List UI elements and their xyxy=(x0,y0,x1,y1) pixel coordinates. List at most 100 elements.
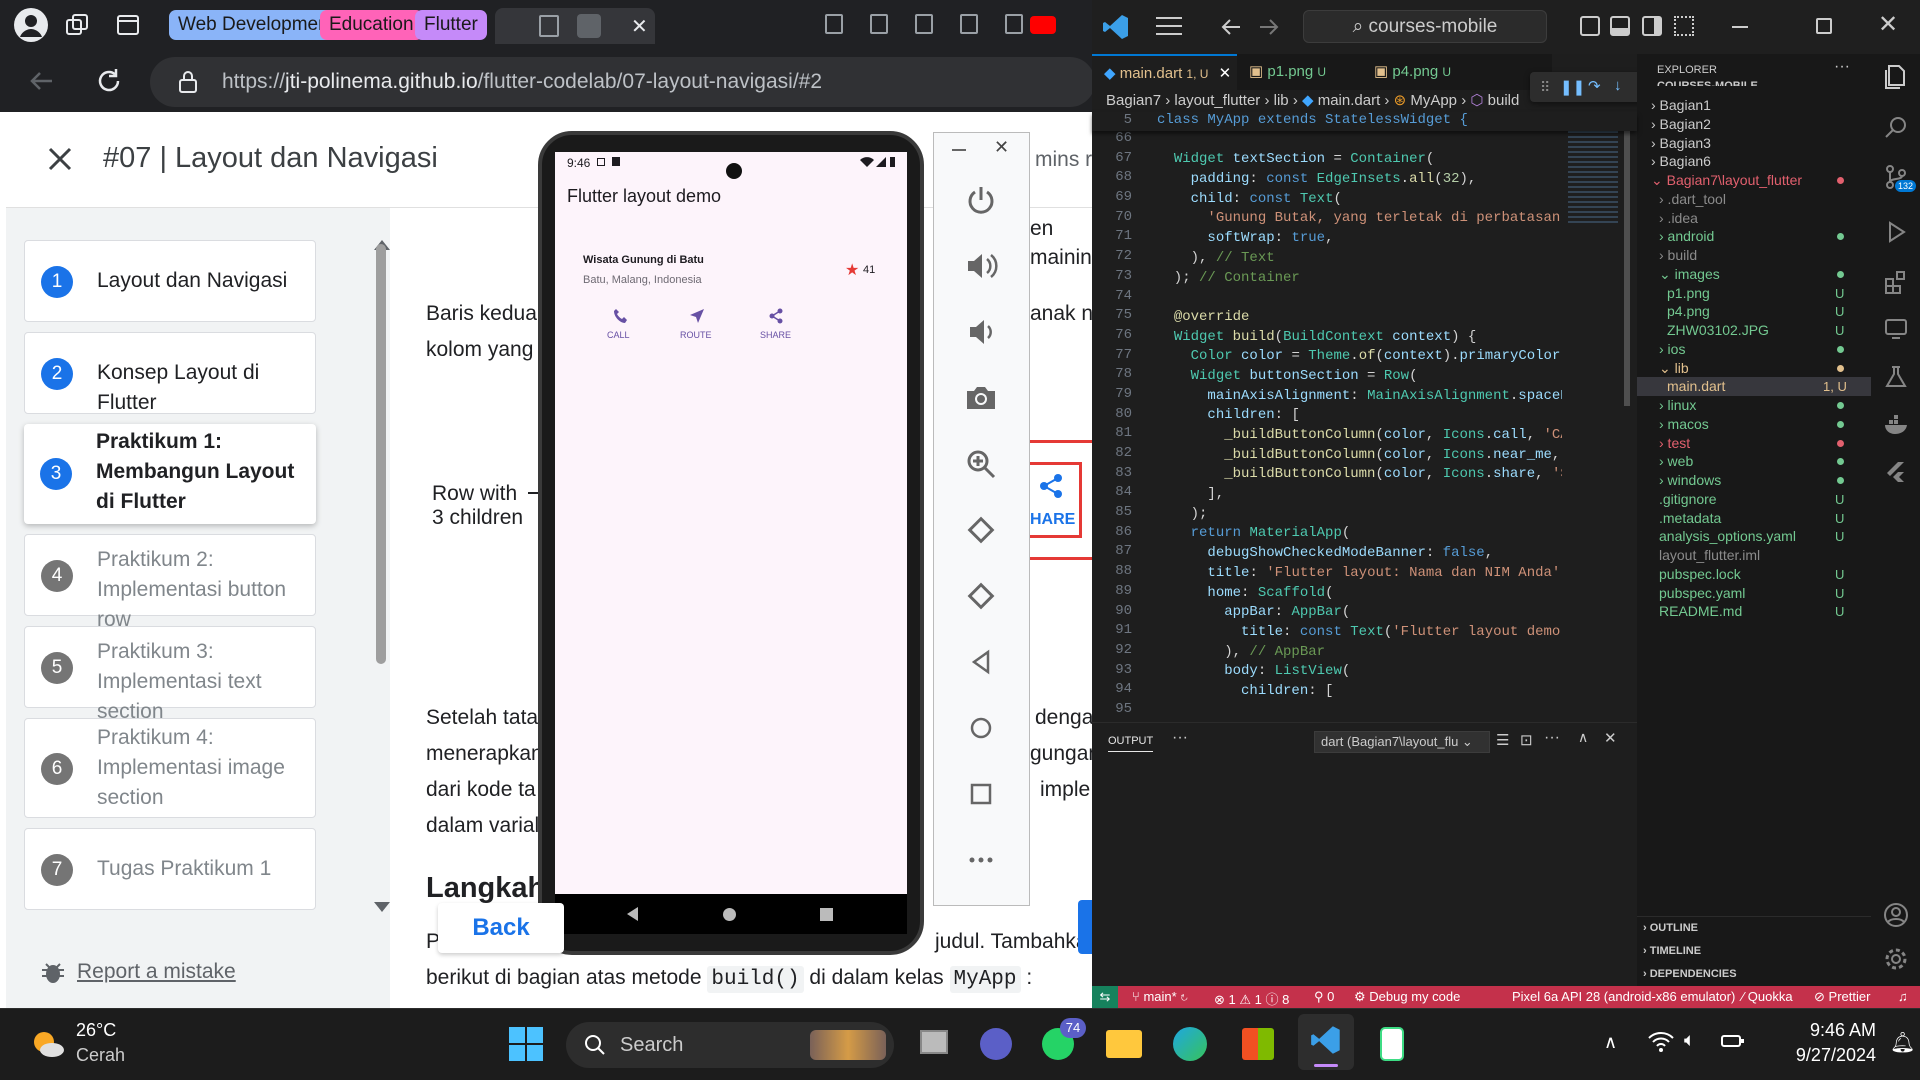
flutter-icon[interactable] xyxy=(1883,460,1909,486)
tree-folder[interactable]: › web xyxy=(1637,452,1871,471)
breadcrumb-item[interactable]: Bagian7 xyxy=(1106,92,1161,109)
close-icon[interactable] xyxy=(46,145,74,173)
minimap[interactable] xyxy=(1562,112,1632,720)
power-icon[interactable] xyxy=(964,183,998,217)
tab-group-web-development[interactable]: Web Development xyxy=(169,10,343,40)
tab-p4-png[interactable]: ▣ p4.png U xyxy=(1362,54,1487,90)
teams-meet-icon[interactable] xyxy=(976,1024,1016,1064)
tab-actions-icon[interactable] xyxy=(115,12,141,38)
problems-indicator[interactable]: ⊗ 1 ⚠ 1 ⓘ 8 xyxy=(1214,989,1289,1008)
tree-folder[interactable]: › Bagian2 xyxy=(1637,115,1871,134)
git-branch[interactable]: ⑂ main* ↻ xyxy=(1132,989,1188,1004)
prettier-status[interactable]: ⊘ Prettier xyxy=(1814,989,1870,1005)
editor-scrollbar[interactable] xyxy=(1624,126,1630,406)
dependencies-section[interactable]: › DEPENDENCIES xyxy=(1643,968,1737,980)
route-button[interactable]: ROUTE xyxy=(680,308,712,340)
weather-desc[interactable]: Cerah xyxy=(76,1045,125,1066)
vscode-taskbar-active[interactable] xyxy=(1298,1014,1354,1070)
tree-folder[interactable]: › test xyxy=(1637,434,1871,453)
step-into-icon[interactable]: ↓ xyxy=(1614,77,1622,94)
breadcrumb-item[interactable]: build xyxy=(1488,92,1520,109)
sidebar-scrollbar[interactable] xyxy=(376,244,386,664)
tab-p1-png[interactable]: ▣ p1.png U xyxy=(1237,54,1362,90)
tree-file[interactable]: main.dart 1, U xyxy=(1637,377,1871,397)
step-item-2[interactable]: 2 Konsep Layout di Flutter xyxy=(24,332,316,414)
ports-indicator[interactable]: ⚲ 0 xyxy=(1314,989,1334,1005)
remote-indicator-icon[interactable]: ⇆ xyxy=(1092,986,1118,1008)
tree-file[interactable]: README.md U xyxy=(1637,602,1871,621)
sticky-scroll[interactable]: 5 class MyApp extends StatelessWidget { xyxy=(1092,112,1637,131)
close-tab-icon[interactable]: ✕ xyxy=(631,14,648,39)
tree-file[interactable]: ZHW03102.JPG U xyxy=(1637,321,1871,340)
profile-avatar-icon[interactable] xyxy=(14,8,48,42)
lock-scroll-icon[interactable]: ⊡ xyxy=(1520,731,1533,749)
window-close-icon[interactable]: ✕ xyxy=(1878,10,1898,39)
tree-folder[interactable]: ⌄ lib xyxy=(1637,359,1871,378)
close-icon[interactable]: ✕ xyxy=(994,137,1009,158)
drag-handle-icon[interactable]: ⠿ xyxy=(1540,79,1550,96)
clock-date[interactable]: 9/27/2024 xyxy=(1772,1045,1876,1066)
battery-icon[interactable] xyxy=(1720,1031,1746,1051)
account-icon[interactable] xyxy=(1883,902,1909,928)
nav-home-icon[interactable] xyxy=(723,908,736,921)
tree-folder[interactable]: › Bagian6 xyxy=(1637,152,1871,171)
toggle-panel-icon[interactable] xyxy=(1610,16,1630,36)
tree-folder[interactable]: › ios xyxy=(1637,340,1871,359)
flutter-device[interactable]: Pixel 6a API 28 (android-x86 emulator) xyxy=(1512,989,1735,1004)
pause-icon[interactable]: ❚❚ xyxy=(1560,78,1585,96)
tree-folder[interactable]: › android xyxy=(1637,227,1871,246)
wifi-icon[interactable] xyxy=(1648,1030,1674,1052)
tree-file[interactable]: layout_flutter.iml xyxy=(1637,546,1871,565)
window-maximize-icon[interactable] xyxy=(1816,18,1832,34)
call-button[interactable]: CALL xyxy=(607,308,630,340)
tab-main-dart[interactable]: ◆ main.dart 1, U ✕ xyxy=(1092,54,1237,90)
timeline-section[interactable]: › TIMELINE xyxy=(1643,945,1701,957)
tree-folder[interactable]: › linux xyxy=(1637,396,1871,415)
tab-page-icon[interactable] xyxy=(960,14,978,34)
home-icon[interactable] xyxy=(964,711,998,745)
tree-file[interactable]: pubspec.yaml U xyxy=(1637,584,1871,603)
report-mistake-link[interactable]: Report a mistake xyxy=(77,960,236,984)
tree-folder[interactable]: ⌄ images xyxy=(1637,265,1871,284)
clock-time[interactable]: 9:46 AM xyxy=(1786,1020,1876,1041)
tree-folder[interactable]: › .dart_tool xyxy=(1637,190,1871,209)
volume-down-icon[interactable] xyxy=(964,315,998,349)
nav-recents-icon[interactable] xyxy=(820,908,833,921)
next-button[interactable] xyxy=(1078,900,1092,954)
show-hidden-icons[interactable]: ∧ xyxy=(1604,1032,1617,1053)
more-actions-icon[interactable]: ··· xyxy=(1544,729,1560,747)
task-view-icon[interactable] xyxy=(914,1024,954,1064)
active-tab[interactable]: ✕ xyxy=(495,8,655,44)
run-debug-icon[interactable] xyxy=(1883,219,1909,245)
tree-folder[interactable]: ⌄ Bagian7\layout_flutter xyxy=(1637,171,1871,190)
more-panels-icon[interactable]: ··· xyxy=(1172,729,1188,747)
minimize-icon[interactable] xyxy=(952,149,966,151)
testing-icon[interactable] xyxy=(1883,364,1909,390)
youtube-icon[interactable] xyxy=(1030,16,1056,34)
back-arrow-icon[interactable] xyxy=(26,66,56,96)
tab-page-icon[interactable] xyxy=(915,14,933,34)
search-icon[interactable] xyxy=(1883,114,1909,140)
close-tab-icon[interactable]: ✕ xyxy=(1219,65,1232,82)
step-item-1[interactable]: 1 Layout dan Navigasi xyxy=(24,240,316,322)
customize-layout-icon[interactable] xyxy=(1674,16,1694,36)
taskbar-search[interactable]: Search xyxy=(566,1022,894,1068)
more-icon[interactable] xyxy=(964,843,998,877)
breadcrumb-item[interactable]: layout_flutter xyxy=(1174,92,1260,109)
command-center-search[interactable]: ⌕ courses-mobile xyxy=(1303,10,1547,43)
clear-output-icon[interactable]: ☰ xyxy=(1496,731,1509,749)
reload-icon[interactable] xyxy=(94,66,124,96)
camera-icon[interactable] xyxy=(964,381,998,415)
quokka-status[interactable]: ⁄ Quokka xyxy=(1742,989,1793,1004)
window-minimize-icon[interactable] xyxy=(1732,26,1748,28)
tree-file[interactable]: p1.png U xyxy=(1637,284,1871,303)
tree-file[interactable]: .metadata U xyxy=(1637,509,1871,528)
step-item-4[interactable]: 4 Praktikum 2: Implementasi button row xyxy=(24,534,316,631)
notifications-bell-icon[interactable]: ♫ xyxy=(1898,989,1908,1004)
step-item-3-active[interactable]: 3 Praktikum 1: Membangun Layout di Flutt… xyxy=(24,424,316,524)
tab-page-icon[interactable] xyxy=(1005,14,1023,34)
settings-gear-icon[interactable] xyxy=(1883,946,1909,972)
code-editor[interactable]: ); // Container Widget textSection = Con… xyxy=(1157,112,1562,720)
maximize-panel-icon[interactable]: ∧ xyxy=(1578,729,1588,746)
outline-section[interactable]: › OUTLINE xyxy=(1643,922,1698,934)
